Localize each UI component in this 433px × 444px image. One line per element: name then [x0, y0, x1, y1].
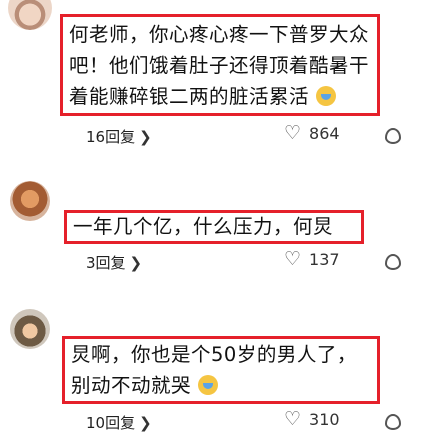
- comment-text-box: 炅啊，你也是个50岁的男人了， 别动不动就哭: [62, 336, 380, 404]
- like-count: 310: [309, 410, 340, 429]
- like-count: 137: [309, 250, 340, 269]
- like-button[interactable]: ♡ 310: [284, 408, 340, 430]
- comment-line: 何老师，你心疼心疼一下普罗大众: [69, 23, 370, 46]
- comment-line: 着能赚碎银二两的脏活累活: [69, 81, 371, 112]
- comment-text-box: 何老师，你心疼心疼一下普罗大众 吧！他们饿着肚子还得顶着酷暑干 着能赚碎银二两的…: [60, 14, 380, 116]
- chevron-right-icon: ❯: [139, 413, 152, 432]
- dislike-heart-icon[interactable]: [385, 254, 401, 270]
- weary-face-icon: [197, 375, 218, 395]
- reply-count-label: 16回复: [86, 128, 136, 146]
- comment-line-text: 别动不动就哭: [71, 374, 192, 397]
- like-button[interactable]: ♡ 137: [284, 248, 340, 270]
- comment-line: 一年几个亿，什么压力，何炅: [73, 215, 334, 238]
- avatar[interactable]: [10, 309, 50, 349]
- like-count: 864: [309, 124, 340, 143]
- avatar[interactable]: [10, 181, 50, 221]
- avatar[interactable]: [8, 0, 52, 30]
- comment-line-text: 着能赚碎银二两的脏活累活: [69, 85, 310, 108]
- like-button[interactable]: ♡ 864: [284, 122, 340, 144]
- reply-count-button[interactable]: 3回复 ❯: [86, 252, 142, 273]
- reply-count-label: 3回复: [86, 254, 126, 272]
- chevron-right-icon: ❯: [129, 253, 143, 272]
- reply-count-label: 10回复: [86, 414, 136, 432]
- reply-count-button[interactable]: 16回复 ❯: [86, 126, 152, 147]
- comment-line: 炅啊，你也是个50岁的男人了，: [71, 343, 357, 366]
- chevron-right-icon: ❯: [139, 127, 152, 146]
- heart-outline-icon: ♡: [284, 248, 302, 270]
- heart-outline-icon: ♡: [284, 122, 302, 144]
- crying-face-icon: [315, 86, 336, 106]
- reply-count-button[interactable]: 10回复 ❯: [86, 412, 152, 433]
- comment-line: 别动不动就哭: [71, 370, 371, 401]
- dislike-heart-icon[interactable]: [385, 414, 401, 430]
- heart-outline-icon: ♡: [284, 408, 302, 430]
- dislike-heart-icon[interactable]: [385, 128, 401, 144]
- comment-line: 吧！他们饿着肚子还得顶着酷暑干: [69, 54, 370, 77]
- comment-text-box: 一年几个亿，什么压力，何炅: [64, 210, 364, 244]
